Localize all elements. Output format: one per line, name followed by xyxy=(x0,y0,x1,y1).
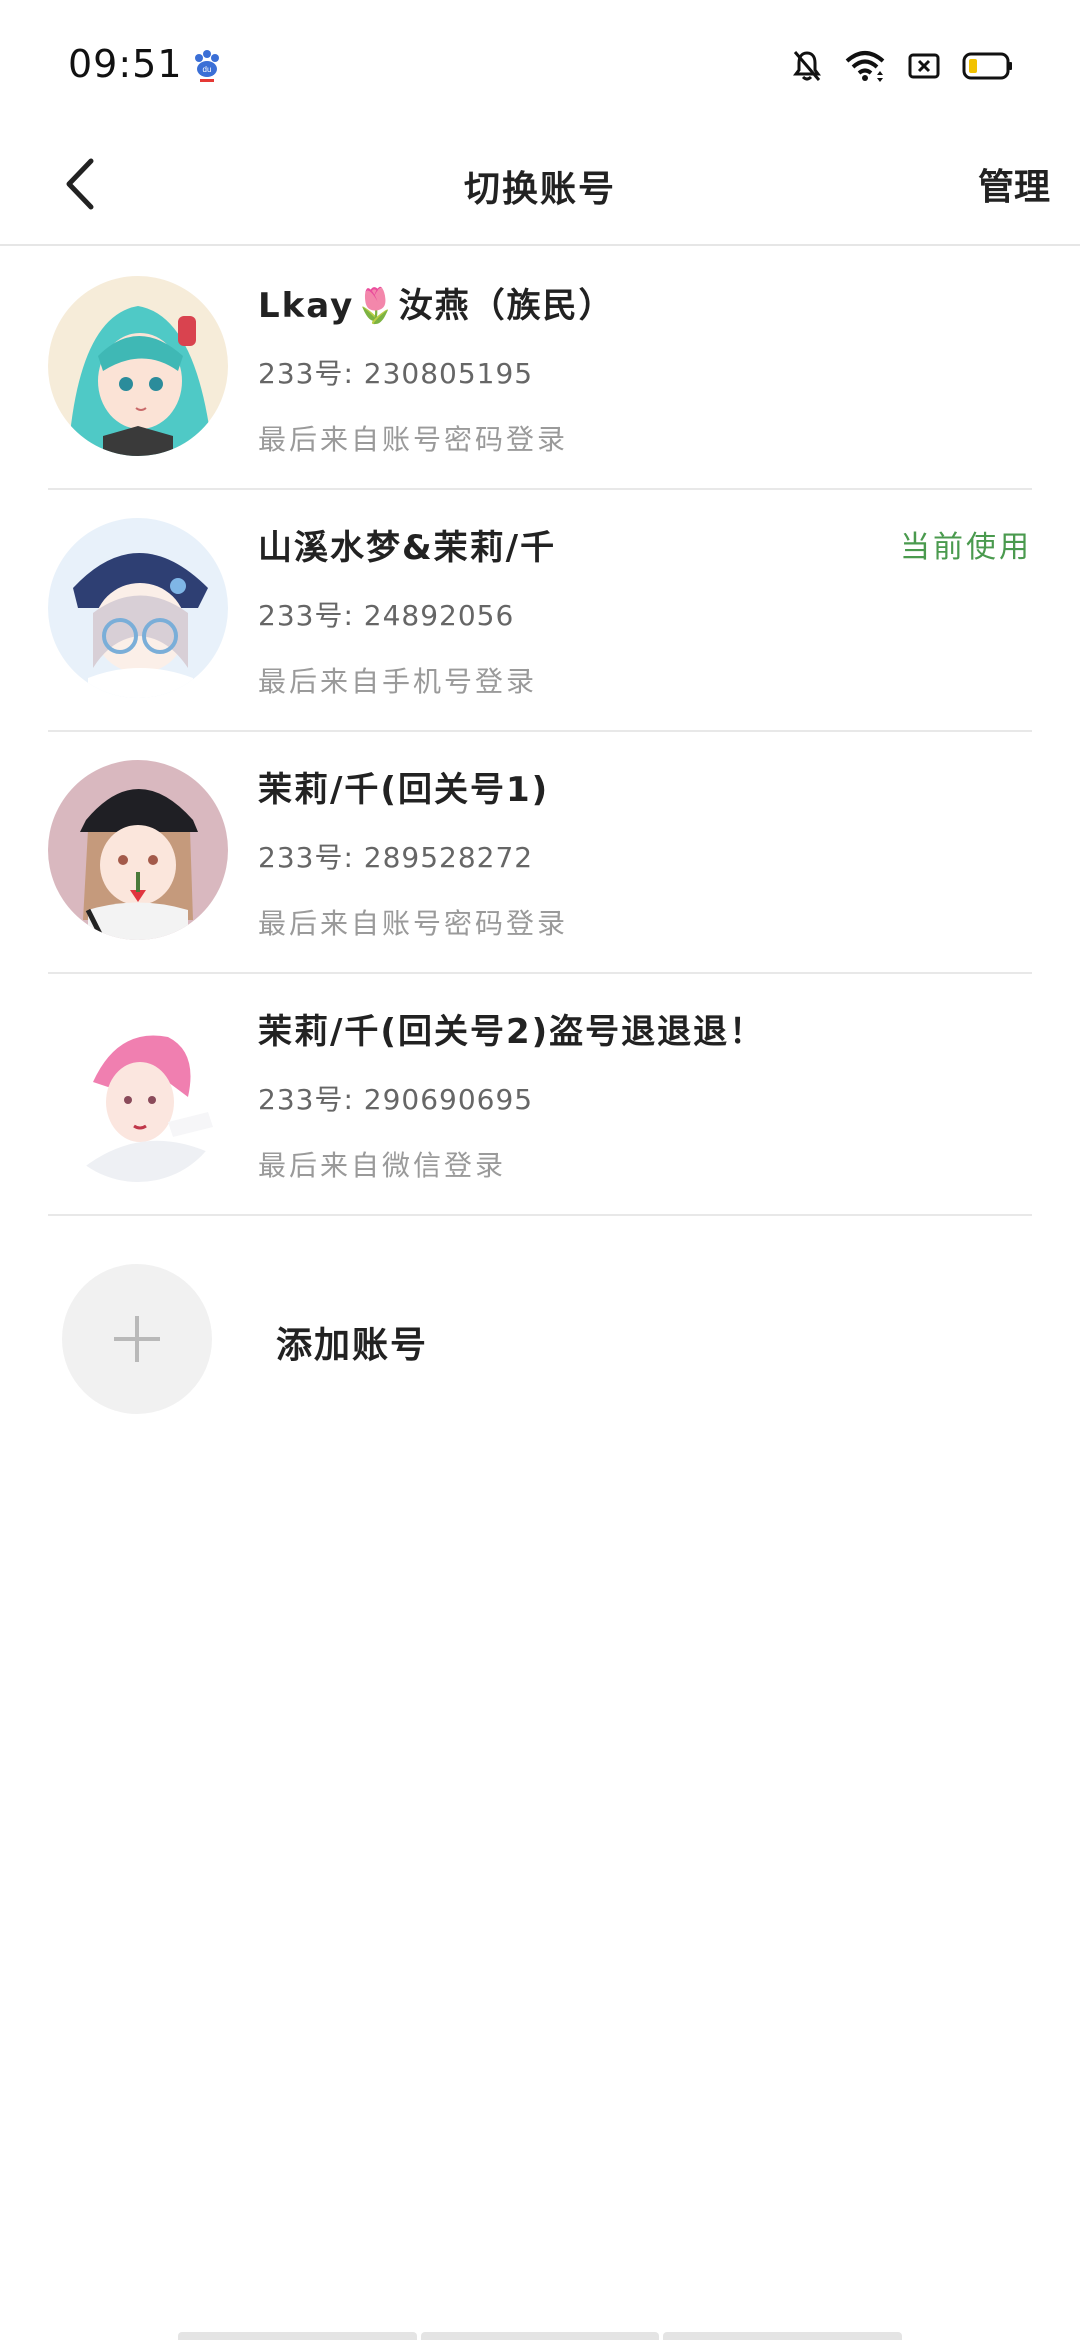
add-account-label: 添加账号 xyxy=(276,1325,429,1366)
avatar xyxy=(48,1002,228,1182)
account-row[interactable]: 茉莉/千(回关号1) 233号: 289528272 最后来自账号密码登录 xyxy=(48,732,1032,974)
wifi-icon xyxy=(844,49,886,83)
last-login-method: 最后来自微信登录 xyxy=(258,1149,507,1182)
account-row[interactable]: 山溪水梦&茉莉/千 当前使用 233号: 24892056 最后来自手机号登录 xyxy=(48,490,1032,732)
status-icons xyxy=(792,46,1014,86)
last-login-method: 最后来自账号密码登录 xyxy=(258,423,569,456)
status-time: 09:51 xyxy=(68,42,183,86)
account-name: 茉莉/千(回关号1) xyxy=(258,770,550,810)
home-indicator[interactable] xyxy=(178,2332,903,2340)
current-account-badge: 当前使用 xyxy=(900,530,1032,565)
account-name: 山溪水梦&茉莉/千 xyxy=(258,528,557,568)
account-name: 茉莉/千(回关号2)盗号退退退！ xyxy=(258,1012,766,1052)
account-id: 233号: 289528272 xyxy=(258,841,534,874)
account-id: 233号: 230805195 xyxy=(258,357,534,390)
account-name: Lkay🌷汝燕（族民） xyxy=(258,286,615,326)
status-bar: 09:51 du xyxy=(0,0,1080,130)
add-account-button[interactable]: 添加账号 xyxy=(48,1216,1032,1416)
avatar xyxy=(48,276,228,456)
account-row[interactable]: Lkay🌷汝燕（族民） 233号: 230805195 最后来自账号密码登录 xyxy=(48,248,1032,490)
page-title: 切换账号 xyxy=(463,169,616,210)
svg-text:du: du xyxy=(203,65,212,74)
bell-muted-icon xyxy=(792,49,822,83)
account-id: 233号: 24892056 xyxy=(258,599,515,632)
sim-off-icon xyxy=(908,52,940,80)
account-id: 233号: 290690695 xyxy=(258,1083,534,1116)
avatar xyxy=(48,760,228,940)
account-list: Lkay🌷汝燕（族民） 233号: 230805195 最后来自账号密码登录 山… xyxy=(0,248,1080,1416)
nav-bar: 切换账号 管理 xyxy=(0,130,1080,246)
avatar xyxy=(48,518,228,698)
account-row[interactable]: 茉莉/千(回关号2)盗号退退退！ 233号: 290690695 最后来自微信登… xyxy=(48,974,1032,1216)
plus-icon xyxy=(62,1264,212,1414)
manage-button[interactable]: 管理 xyxy=(978,158,1050,210)
last-login-method: 最后来自手机号登录 xyxy=(258,665,538,698)
last-login-method: 最后来自账号密码登录 xyxy=(258,907,569,940)
battery-low-icon xyxy=(962,52,1014,80)
baidu-paw-icon: du xyxy=(190,48,224,84)
